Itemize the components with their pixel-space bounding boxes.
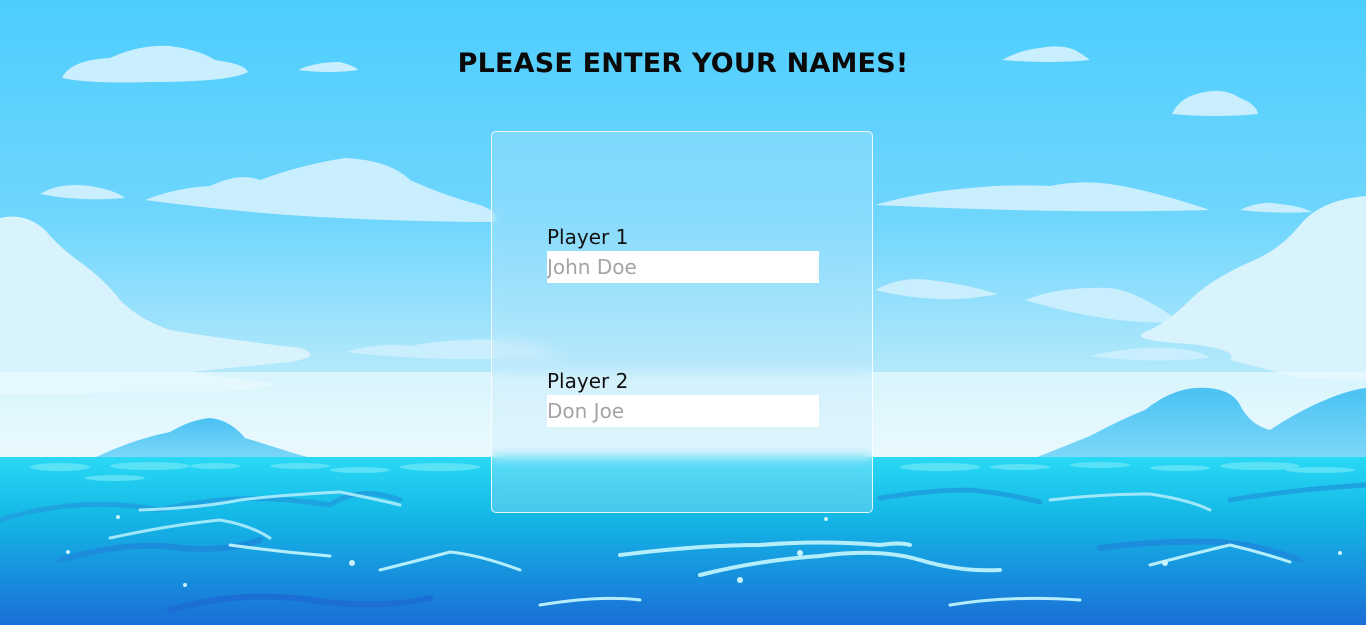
player-1-field: Player 1 <box>547 225 819 283</box>
player-2-label: Player 2 <box>547 369 629 393</box>
page-title: PLEASE ENTER YOUR NAMES! <box>457 48 909 79</box>
name-entry-card: Player 1 Player 2 <box>491 131 873 513</box>
player-1-label: Player 1 <box>547 225 629 249</box>
player-1-name-input[interactable] <box>547 251 819 283</box>
player-2-name-input[interactable] <box>547 395 819 427</box>
game-screen: PLEASE ENTER YOUR NAMES! Player 1 Player… <box>0 0 1366 625</box>
left-cloud-bank <box>0 216 311 395</box>
player-2-field: Player 2 <box>547 369 819 427</box>
